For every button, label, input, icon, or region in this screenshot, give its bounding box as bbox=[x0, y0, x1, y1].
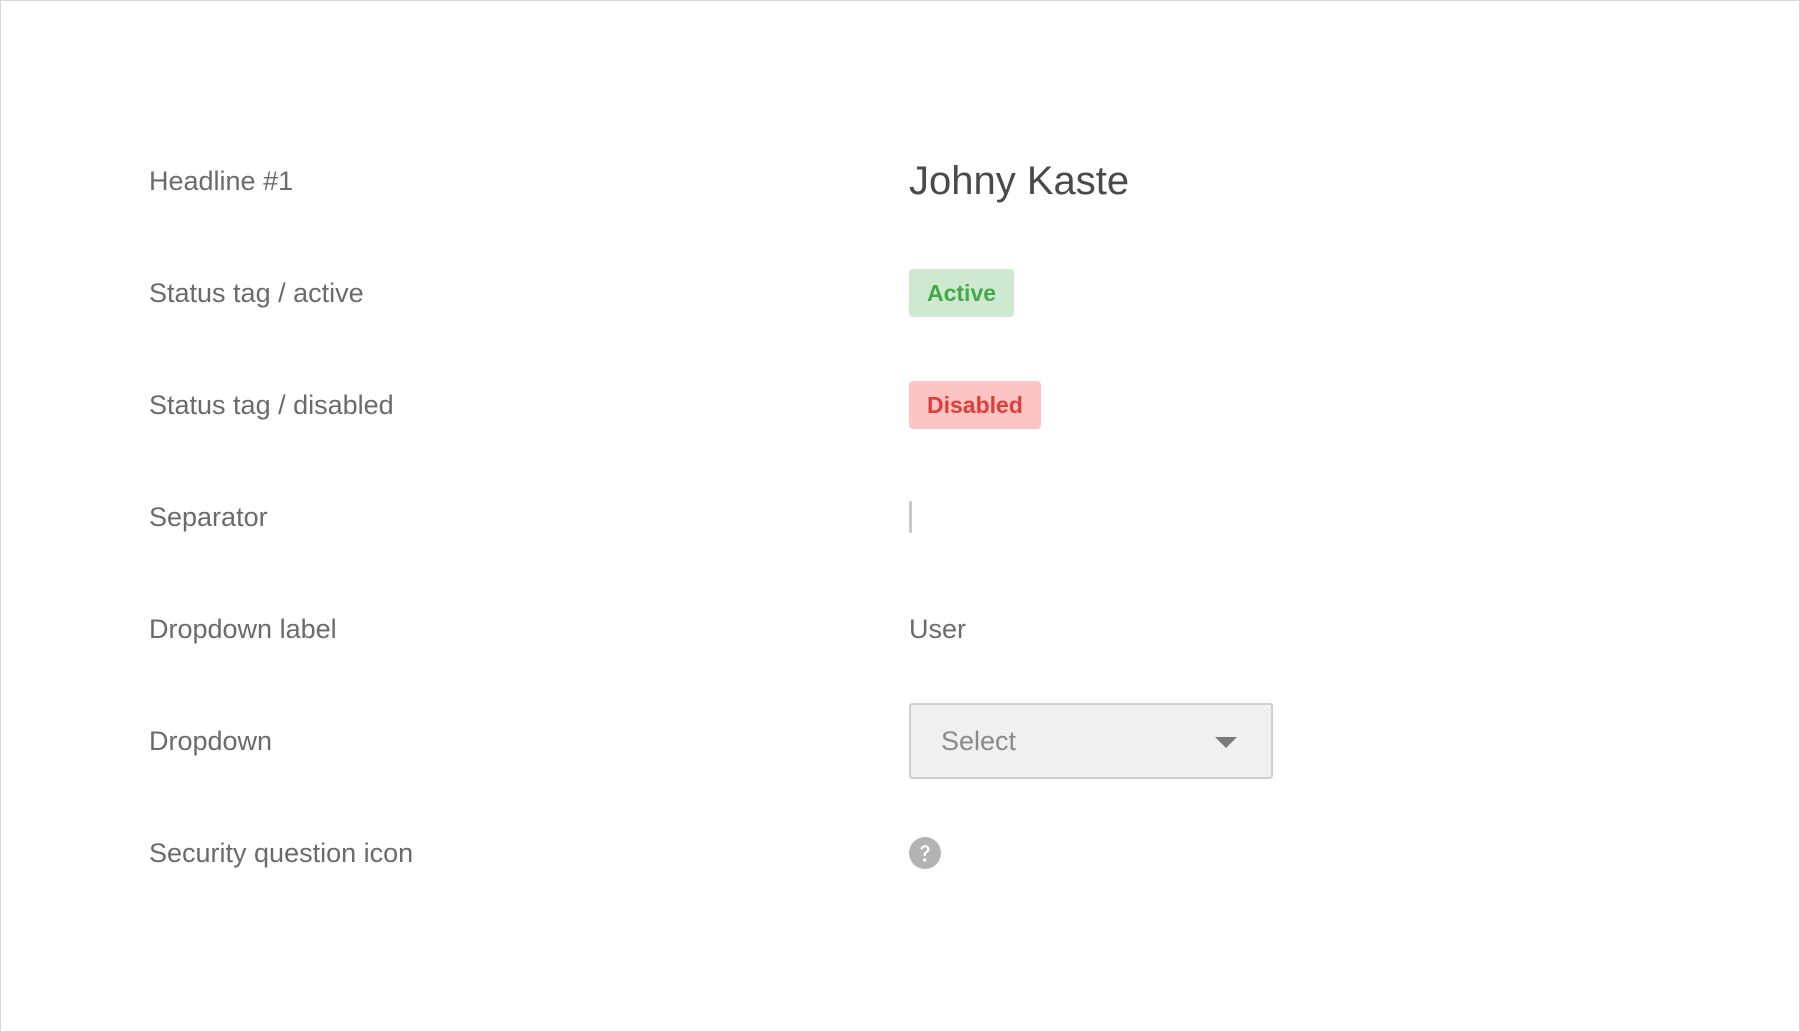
headline-name: Johny Kaste bbox=[909, 158, 1130, 203]
row-headline: Headline #1 Johny Kaste bbox=[1, 151, 1799, 211]
row-value-status-active: Active bbox=[909, 263, 1015, 323]
row-value-dropdown-label: User bbox=[909, 599, 966, 659]
row-label-dropdown: Dropdown bbox=[149, 726, 273, 756]
caret-down-icon bbox=[1215, 737, 1237, 748]
dropdown-placeholder: Select bbox=[941, 726, 1017, 756]
row-label-security-question: Security question icon bbox=[149, 838, 414, 868]
row-value-security-question bbox=[909, 823, 941, 883]
question-circle-icon[interactable] bbox=[909, 837, 941, 869]
row-value-dropdown: Select bbox=[909, 703, 1273, 779]
vertical-separator bbox=[909, 501, 912, 533]
row-dropdown-label: Dropdown label User bbox=[1, 599, 1799, 659]
row-label-status-disabled: Status tag / disabled bbox=[149, 390, 394, 420]
dropdown-label-text: User bbox=[909, 613, 967, 644]
row-security-question: Security question icon bbox=[1, 823, 1799, 883]
row-status-disabled: Status tag / disabled Disabled bbox=[1, 375, 1799, 435]
status-badge-active: Active bbox=[909, 269, 1015, 317]
row-dropdown: Dropdown Select bbox=[1, 703, 1799, 779]
row-separator: Separator bbox=[1, 487, 1799, 547]
row-value-headline: Johny Kaste bbox=[909, 151, 1129, 211]
row-value-status-disabled: Disabled bbox=[909, 375, 1041, 435]
row-label-dropdown-label: Dropdown label bbox=[149, 614, 337, 644]
status-badge-disabled: Disabled bbox=[909, 381, 1041, 429]
select-dropdown[interactable]: Select bbox=[909, 703, 1273, 779]
row-value-separator bbox=[909, 487, 912, 547]
component-showcase-panel: Headline #1 Johny Kaste Status tag / act… bbox=[0, 0, 1800, 1032]
row-status-active: Status tag / active Active bbox=[1, 263, 1799, 323]
row-label-status-active: Status tag / active bbox=[149, 278, 364, 308]
row-label-separator: Separator bbox=[149, 502, 268, 532]
row-label-headline: Headline #1 bbox=[149, 166, 294, 196]
